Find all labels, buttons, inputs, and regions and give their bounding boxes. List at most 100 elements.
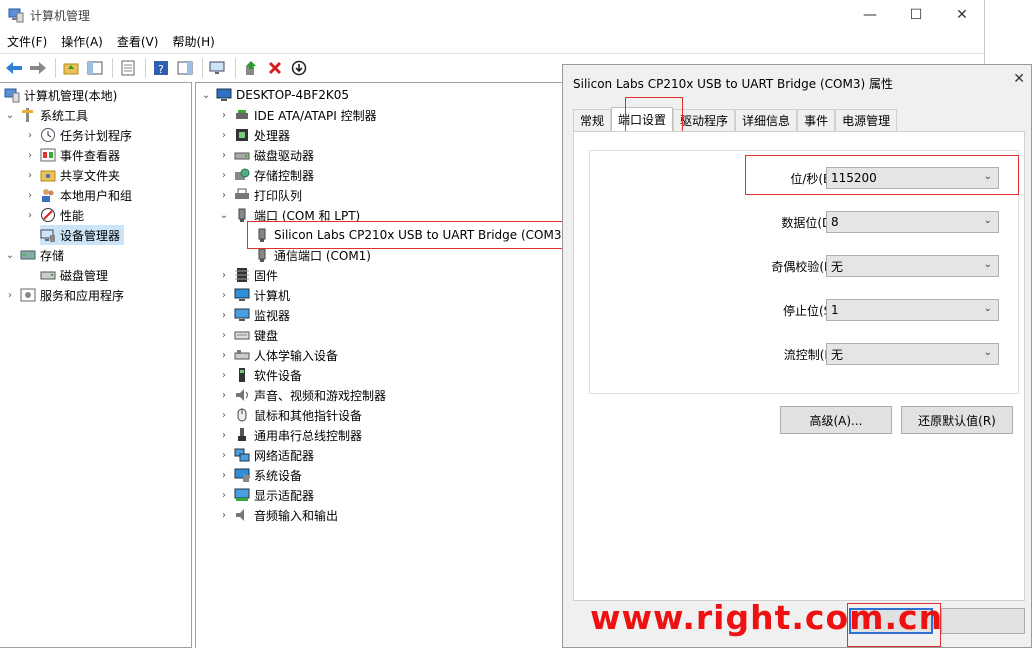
highlight-box-device — [247, 221, 565, 249]
processor-icon — [234, 127, 250, 143]
menu-action[interactable]: 操作(A) — [54, 33, 110, 50]
close-button[interactable]: ✕ — [939, 0, 985, 30]
tree-item-print-queues[interactable]: › 打印队列 — [218, 185, 302, 205]
chevron-right-icon[interactable]: › — [218, 170, 230, 181]
tree-item-audio-io[interactable]: › 音频输入和输出 — [218, 505, 338, 525]
scan-hardware-icon[interactable] — [207, 57, 229, 79]
tree-item-label: 音频输入和输出 — [254, 508, 339, 523]
tree-item-performance[interactable]: › 性能 — [24, 205, 84, 225]
tree-item-display-adapters[interactable]: › 显示适配器 — [218, 485, 314, 505]
disable-device-icon[interactable] — [288, 57, 310, 79]
restore-defaults-button[interactable]: 还原默认值(R) — [901, 406, 1013, 434]
tree-item-system-devices[interactable]: › 系统设备 — [218, 465, 302, 485]
forward-icon[interactable] — [27, 57, 49, 79]
chevron-right-icon[interactable]: › — [218, 390, 230, 401]
chevron-right-icon[interactable]: › — [218, 310, 230, 321]
menu-view[interactable]: 查看(V) — [110, 33, 166, 50]
chevron-right-icon[interactable]: › — [24, 150, 36, 161]
tree-item-device-manager[interactable]: 设备管理器 — [40, 225, 125, 245]
chevron-right-icon[interactable]: › — [24, 210, 36, 221]
storage-controller-icon — [234, 167, 250, 183]
tree-item-computer[interactable]: › 计算机 — [218, 285, 290, 305]
tab-details[interactable]: 详细信息 — [735, 109, 798, 131]
tab-events[interactable]: 事件 — [797, 109, 836, 131]
tree-item-processor[interactable]: › 处理器 — [218, 125, 290, 145]
chevron-right-icon[interactable]: › — [218, 190, 230, 201]
chevron-right-icon[interactable]: › — [24, 170, 36, 181]
tree-item-mice[interactable]: › 鼠标和其他指针设备 — [218, 405, 362, 425]
parity-select[interactable]: 无 ⌄ — [826, 255, 999, 277]
update-driver-icon[interactable] — [240, 57, 262, 79]
tree-item-computer-root[interactable]: ⌄ DESKTOP-4BF2K05 — [200, 85, 349, 105]
chevron-right-icon[interactable]: › — [218, 410, 230, 421]
tree-item-storage[interactable]: ⌄ 存储 — [4, 245, 64, 265]
minimize-button[interactable]: — — [847, 0, 893, 30]
menu-file[interactable]: 文件(F) — [0, 33, 54, 50]
device-manager-icon — [40, 227, 56, 243]
tree-item-usb[interactable]: › 通用串行总线控制器 — [218, 425, 362, 445]
stop-bits-value: 1 — [831, 303, 839, 317]
chevron-right-icon[interactable]: › — [218, 130, 230, 141]
maximize-button[interactable]: ☐ — [893, 0, 939, 30]
data-bits-select[interactable]: 8 ⌄ — [826, 211, 999, 233]
tree-item-disk-drives[interactable]: › 磁盘驱动器 — [218, 145, 314, 165]
tree-item-shared-folders[interactable]: › 共享文件夹 — [24, 165, 120, 185]
help-icon[interactable]: ? — [150, 57, 172, 79]
chevron-right-icon[interactable]: › — [218, 290, 230, 301]
tree-item-storage-controllers[interactable]: › 存储控制器 — [218, 165, 314, 185]
tree-item-services-apps[interactable]: › 服务和应用程序 — [4, 285, 124, 305]
tree-item-task-scheduler[interactable]: › 任务计划程序 — [24, 125, 132, 145]
tree-item-sound[interactable]: › 声音、视频和游戏控制器 — [218, 385, 386, 405]
action-pane-icon[interactable] — [174, 57, 196, 79]
chevron-right-icon[interactable]: › — [24, 190, 36, 201]
tree-item-hid[interactable]: › 人体学输入设备 — [218, 345, 338, 365]
watermark-text: www.right.com.cn — [590, 598, 944, 637]
tab-power-management[interactable]: 电源管理 — [835, 109, 898, 131]
dialog-close-icon[interactable]: ✕ — [1013, 71, 1025, 87]
show-hide-tree-icon[interactable] — [84, 57, 106, 79]
chevron-right-icon[interactable]: › — [4, 290, 16, 301]
tree-item-label: 磁盘管理 — [60, 268, 109, 283]
chevron-right-icon[interactable]: › — [218, 150, 230, 161]
tree-item-keyboards[interactable]: › 键盘 — [218, 325, 278, 345]
cancel-button[interactable] — [941, 608, 1025, 634]
tree-item-local-users[interactable]: › 本地用户和组 — [24, 185, 132, 205]
chevron-right-icon[interactable]: › — [218, 430, 230, 441]
tree-item-disk-management[interactable]: 磁盘管理 — [40, 265, 108, 285]
chevron-right-icon[interactable]: › — [218, 370, 230, 381]
back-icon[interactable] — [3, 57, 25, 79]
uninstall-device-icon[interactable] — [264, 57, 286, 79]
tree-item-monitors[interactable]: › 监视器 — [218, 305, 290, 325]
chevron-right-icon[interactable]: › — [24, 130, 36, 141]
tree-item-label: 网络适配器 — [254, 448, 315, 463]
chevron-right-icon[interactable]: › — [218, 350, 230, 361]
menu-help[interactable]: 帮助(H) — [165, 33, 221, 50]
chevron-right-icon[interactable]: › — [218, 510, 230, 521]
stop-bits-select[interactable]: 1 ⌄ — [826, 299, 999, 321]
chevron-down-icon[interactable]: ⌄ — [200, 90, 212, 101]
tab-general[interactable]: 常规 — [573, 109, 612, 131]
field-stop-bits: 停止位(S): 1 ⌄ — [590, 299, 1020, 321]
chevron-right-icon[interactable]: › — [218, 270, 230, 281]
up-folder-icon[interactable] — [60, 57, 82, 79]
tree-item-software-devices[interactable]: › 软件设备 — [218, 365, 302, 385]
chevron-right-icon[interactable]: › — [218, 490, 230, 501]
hid-icon — [234, 347, 250, 363]
tree-item-firmware[interactable]: › 固件 — [218, 265, 278, 285]
advanced-button[interactable]: 高级(A)... — [780, 406, 892, 434]
chevron-right-icon[interactable]: › — [218, 450, 230, 461]
chevron-down-icon[interactable]: ⌄ — [4, 110, 16, 121]
tree-item-network[interactable]: › 网络适配器 — [218, 445, 314, 465]
chevron-down-icon[interactable]: ⌄ — [218, 210, 230, 221]
properties-icon[interactable] — [117, 57, 139, 79]
chevron-down-icon[interactable]: ⌄ — [4, 250, 16, 261]
tree-item-ide[interactable]: › IDE ATA/ATAPI 控制器 — [218, 105, 377, 125]
chevron-right-icon[interactable]: › — [218, 470, 230, 481]
flow-control-select[interactable]: 无 ⌄ — [826, 343, 999, 365]
toolbar-divider — [235, 57, 236, 78]
tree-item-computer-management[interactable]: 计算机管理(本地) — [4, 85, 117, 105]
tree-item-system-tools[interactable]: ⌄ 系统工具 — [4, 105, 88, 125]
tree-item-event-viewer[interactable]: › 事件查看器 — [24, 145, 120, 165]
chevron-right-icon[interactable]: › — [218, 110, 230, 121]
chevron-right-icon[interactable]: › — [218, 330, 230, 341]
